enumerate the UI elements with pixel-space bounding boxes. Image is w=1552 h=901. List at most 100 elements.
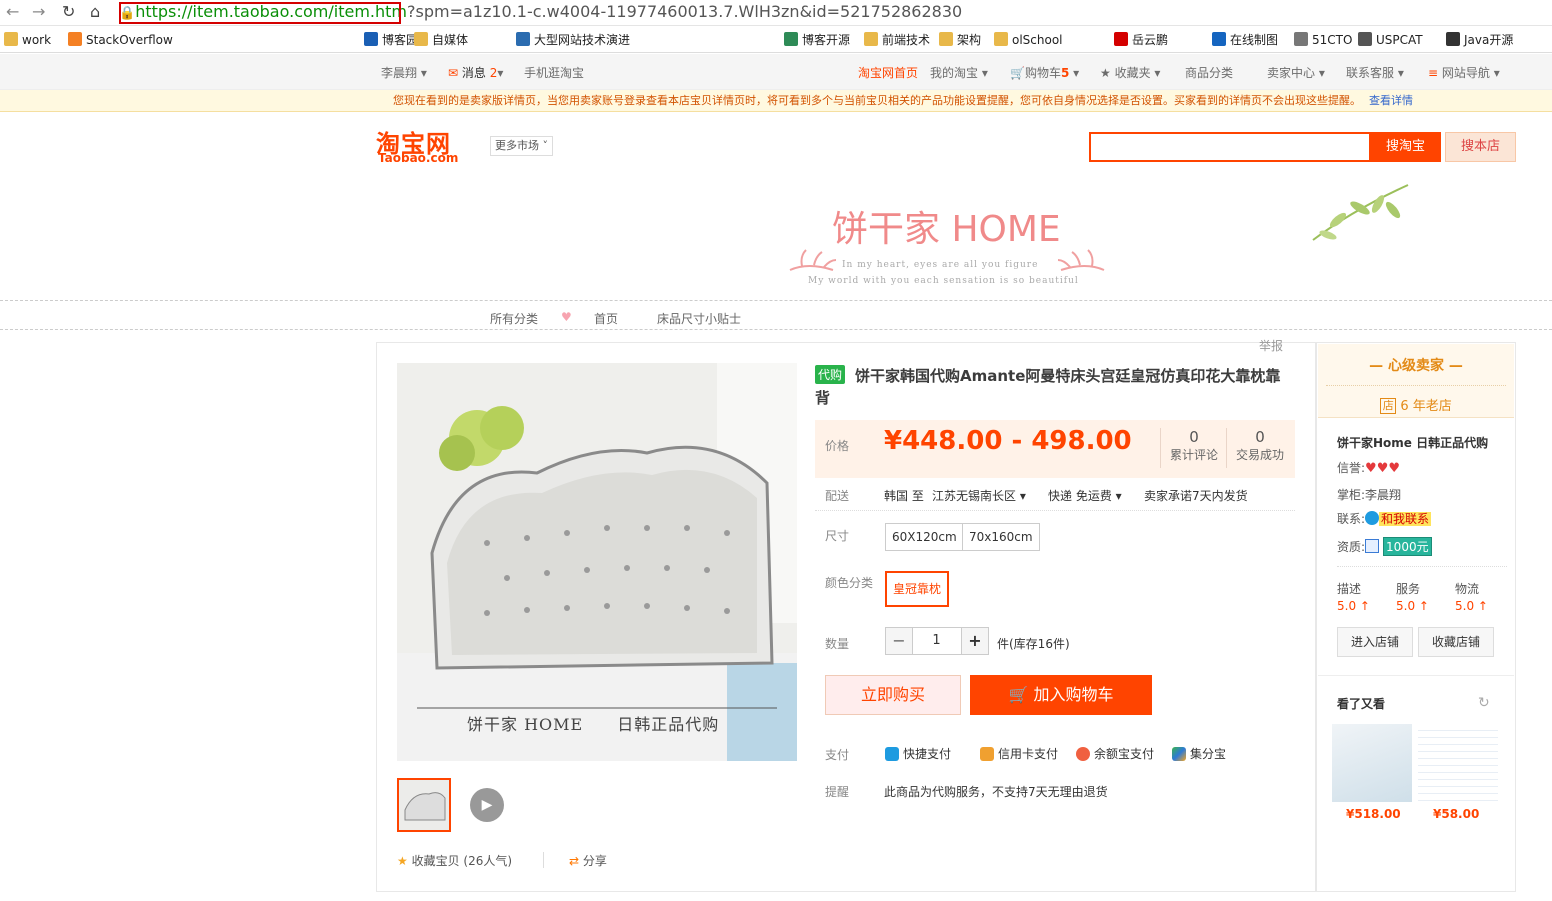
- bookmark-icon: [516, 32, 530, 46]
- bookmark-icon: [784, 32, 798, 46]
- forward-icon[interactable]: →: [32, 3, 45, 21]
- ship-method-dropdown[interactable]: 快递 免运费 ▾: [1048, 487, 1122, 504]
- taobao-home-link[interactable]: 淘宝网首页: [858, 64, 918, 81]
- bookmark-item[interactable]: 岳云鹏: [1114, 31, 1168, 49]
- bookmark-item[interactable]: 博客园: [364, 31, 418, 49]
- mobile-link[interactable]: 手机逛淘宝: [524, 64, 584, 81]
- video-play-button[interactable]: ▶: [470, 788, 504, 822]
- size-option-70x160[interactable]: 70x160cm: [962, 523, 1040, 551]
- address-bar: ← → ↻ ⌂ 🔒https://item.taobao.com/item.ht…: [0, 0, 1552, 26]
- bookmark-item[interactable]: 在线制图: [1212, 31, 1278, 49]
- color-option-crown[interactable]: 皇冠靠枕: [885, 571, 950, 607]
- store-nav-home[interactable]: 首页: [594, 310, 618, 327]
- site-top-bar: 李晨翔 ▾ ✉ 消息 2▾ 手机逛淘宝 淘宝网首页 我的淘宝 ▾ 🛒购物车5 ▾…: [0, 54, 1552, 90]
- bookmark-icon: [994, 32, 1008, 46]
- wangwang-icon: [1365, 511, 1380, 525]
- messages-link[interactable]: ✉ 消息 2▾: [448, 64, 503, 81]
- keeper-name: 李晨翔: [1365, 488, 1402, 502]
- bookmark-item[interactable]: 前端技术: [864, 31, 930, 49]
- share-link[interactable]: ⇄ 分享: [569, 852, 607, 869]
- seller-level: — 心级卖家 —: [1369, 358, 1463, 374]
- pay-quick: 快捷支付: [885, 745, 951, 762]
- bookmark-item[interactable]: USPCAT: [1358, 31, 1423, 49]
- bookmark-item[interactable]: Java开源: [1446, 31, 1513, 49]
- also-viewed-item-2[interactable]: [1418, 724, 1498, 802]
- search-input[interactable]: [1089, 132, 1371, 162]
- qualification-row: 资质: 1000元: [1337, 537, 1432, 556]
- bookmark-item[interactable]: 大型网站技术演进: [516, 31, 630, 49]
- image-caption: 饼干家 HOME 日韩正品代购: [467, 715, 720, 734]
- size-option-60x120[interactable]: 60X120cm: [885, 523, 964, 551]
- ship-to-dropdown[interactable]: 江苏无锡南长区 ▾: [932, 487, 1026, 504]
- also-viewed-item-1[interactable]: [1332, 724, 1412, 802]
- categories-link[interactable]: 商品分类: [1185, 64, 1233, 81]
- quantity-input[interactable]: 1: [912, 627, 961, 655]
- daigou-badge: 代购: [815, 365, 846, 384]
- qty-increase-button[interactable]: +: [961, 627, 989, 655]
- product-main-image[interactable]: 饼干家 HOME 日韩正品代购: [397, 363, 797, 761]
- store-nav-tips[interactable]: 床品尺寸小贴士: [657, 310, 741, 327]
- add-to-cart-button[interactable]: 🛒 加入购物车: [970, 675, 1152, 715]
- bookmark-icon: [1446, 32, 1460, 46]
- notice-details-link[interactable]: 查看详情: [1369, 94, 1413, 107]
- divider: [1226, 428, 1227, 468]
- size-label: 尺寸: [825, 529, 850, 543]
- buy-now-button[interactable]: 立即购买: [825, 675, 961, 715]
- taobao-logo-sub: Taobao.com: [378, 151, 459, 165]
- bookmark-item[interactable]: 博客开源: [784, 31, 850, 49]
- search-taobao-button[interactable]: 搜淘宝: [1370, 132, 1441, 162]
- shop-name[interactable]: 饼干家Home 日韩正品代购: [1337, 434, 1488, 451]
- my-taobao-link[interactable]: 我的淘宝 ▾: [930, 64, 988, 81]
- stock-text: 件(库存16件): [997, 637, 1070, 651]
- bookmark-icon: [1212, 32, 1226, 46]
- back-icon[interactable]: ←: [6, 3, 19, 21]
- shipping-label: 配送: [825, 489, 850, 503]
- pay-yuebao: 余额宝支付: [1076, 745, 1154, 762]
- site-nav-link[interactable]: ≡ 网站导航 ▾: [1428, 64, 1500, 81]
- support-link[interactable]: 联系客服 ▾: [1346, 64, 1404, 81]
- more-market-dropdown[interactable]: 更多市场 ˅: [490, 136, 553, 156]
- qty-decrease-button[interactable]: −: [885, 627, 913, 655]
- jifenbao-icon: [1172, 747, 1186, 761]
- cart-icon: 🛒: [1008, 685, 1029, 704]
- contact-button[interactable]: 和我联系: [1379, 512, 1432, 526]
- search-store-button[interactable]: 搜本店: [1445, 132, 1516, 162]
- bookmark-icon: [1358, 32, 1372, 46]
- enter-store-button[interactable]: 进入店铺: [1337, 627, 1413, 657]
- collect-store-button[interactable]: 收藏店铺: [1418, 627, 1494, 657]
- bookmark-item[interactable]: olSchool: [994, 31, 1063, 49]
- store-nav-all-categories[interactable]: 所有分类: [490, 310, 538, 327]
- also-viewed-price-2: ¥58.00: [1433, 807, 1480, 821]
- thumbnail-image: [399, 780, 449, 830]
- refresh-icon[interactable]: ↻: [1478, 695, 1490, 711]
- banner-subtitle-2: My world with you each sensation is so b…: [808, 276, 1079, 286]
- home-icon[interactable]: ⌂: [90, 3, 100, 21]
- favorites-link[interactable]: ★ 收藏夹 ▾: [1100, 64, 1160, 81]
- divider: [1326, 385, 1506, 386]
- score-logistics: 物流 5.0 ↑: [1455, 582, 1488, 613]
- bookmark-item[interactable]: 自媒体: [414, 31, 468, 49]
- reload-icon[interactable]: ↻: [62, 3, 75, 21]
- review-count[interactable]: 0 累计评论: [1166, 428, 1222, 463]
- bookmark-item[interactable]: work: [4, 31, 51, 49]
- ship-promise: 卖家承诺7天内发货: [1144, 489, 1248, 503]
- seller-center-link[interactable]: 卖家中心 ▾: [1267, 64, 1325, 81]
- bookmark-item[interactable]: 架构: [939, 31, 981, 49]
- product-thumbnail[interactable]: [397, 778, 451, 832]
- cart-link[interactable]: 🛒购物车5 ▾: [1010, 64, 1079, 81]
- bookmark-icon: [1294, 32, 1308, 46]
- user-menu[interactable]: 李晨翔 ▾: [381, 64, 427, 81]
- remind-text: 此商品为代购服务，不支持7天无理由退货: [884, 785, 1108, 799]
- bookmark-item[interactable]: 51CTO: [1294, 31, 1352, 49]
- quantity-label: 数量: [825, 637, 850, 651]
- also-viewed-price-1: ¥518.00: [1346, 807, 1401, 821]
- id-verified-icon: [1365, 539, 1380, 553]
- favorite-item-link[interactable]: ★ 收藏宝贝 (26人气): [397, 852, 512, 869]
- heart-icon: ♥: [561, 310, 572, 324]
- deposit-badge[interactable]: 1000元: [1383, 537, 1432, 556]
- divider: [1160, 428, 1161, 468]
- store-icon: 店: [1380, 398, 1397, 414]
- bookmark-item[interactable]: StackOverflow: [68, 31, 173, 49]
- report-link[interactable]: 举报: [1259, 337, 1283, 354]
- antler-left-icon: [789, 249, 837, 271]
